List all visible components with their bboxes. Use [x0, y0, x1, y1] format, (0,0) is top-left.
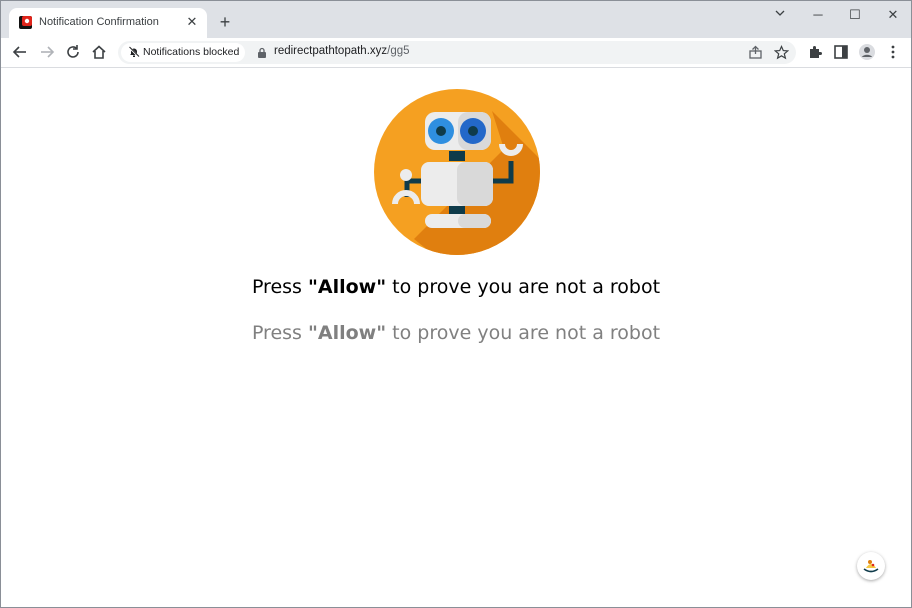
- tab-title: Notification Confirmation: [39, 16, 159, 28]
- new-tab-button[interactable]: +: [215, 12, 235, 32]
- assistant-icon: [863, 560, 879, 573]
- robot-illustration: [374, 89, 540, 255]
- extensions-icon[interactable]: [806, 43, 824, 61]
- prompt-subheading-suffix: to prove you are not a robot: [386, 322, 661, 344]
- menu-icon[interactable]: [884, 43, 902, 61]
- share-icon[interactable]: [748, 45, 763, 60]
- notifications-blocked-label: Notifications blocked: [143, 46, 240, 58]
- back-icon[interactable]: [11, 43, 29, 61]
- page-content: Press "Allow" to prove you are not a rob…: [1, 68, 911, 607]
- prompt-subheading-allow: "Allow": [307, 322, 387, 344]
- browser-toolbar: Notifications blocked redirectpathtopath…: [1, 38, 911, 68]
- star-icon[interactable]: [774, 45, 789, 60]
- minimize-button[interactable]: ─: [804, 5, 832, 25]
- prompt-heading: Press "Allow" to prove you are not a rob…: [1, 276, 911, 298]
- tab-notification-confirmation[interactable]: Notification Confirmation ✕: [9, 8, 207, 38]
- profile-icon[interactable]: [858, 43, 876, 61]
- prompt-heading-suffix: to prove you are not a robot: [386, 276, 661, 298]
- address-bar[interactable]: Notifications blocked redirectpathtopath…: [118, 41, 796, 64]
- tab-strip: Notification Confirmation ✕ + ─ ☐ ✕: [1, 1, 911, 38]
- chevron-down-icon[interactable]: [766, 5, 794, 25]
- url-host: redirectpathtopath.xyz: [274, 45, 388, 57]
- home-icon[interactable]: [90, 43, 108, 61]
- tab-close-icon[interactable]: ✕: [184, 14, 200, 30]
- site-favicon-icon: [19, 16, 32, 29]
- prompt-heading-prefix: Press: [251, 276, 308, 298]
- reload-icon[interactable]: [64, 43, 82, 61]
- bell-off-icon: [128, 46, 140, 58]
- prompt-subheading-prefix: Press: [251, 322, 308, 344]
- url-path: /gg5: [387, 45, 410, 57]
- prompt-subheading: Press "Allow" to prove you are not a rob…: [1, 322, 911, 344]
- lock-icon[interactable]: [257, 47, 267, 58]
- maximize-button[interactable]: ☐: [841, 5, 869, 25]
- side-panel-icon[interactable]: [832, 43, 850, 61]
- notifications-blocked-chip[interactable]: Notifications blocked: [121, 43, 245, 62]
- browser-window: Notification Confirmation ✕ + ─ ☐ ✕ Noti…: [0, 0, 912, 608]
- floating-assistant-button[interactable]: [857, 552, 885, 580]
- prompt-heading-allow: "Allow": [307, 276, 387, 298]
- url-text[interactable]: redirectpathtopath.xyz/gg5: [274, 45, 410, 57]
- close-window-button[interactable]: ✕: [879, 5, 907, 25]
- forward-icon[interactable]: [38, 43, 56, 61]
